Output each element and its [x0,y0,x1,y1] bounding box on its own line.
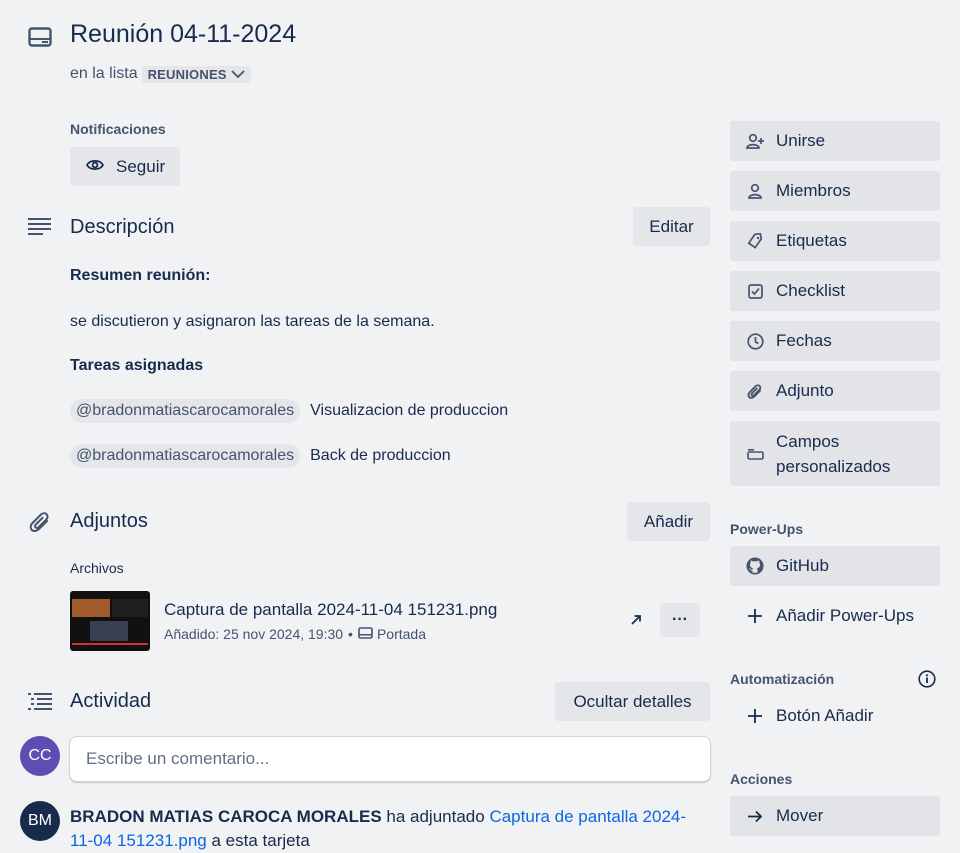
dates-button[interactable]: Fechas [730,321,940,361]
list-info: en la lista REUNIONES [70,65,251,83]
attachment-label: Adjunto [776,381,834,400]
github-label: GitHub [776,556,829,575]
list-selector[interactable]: REUNIONES [141,65,251,83]
user-plus-icon [746,133,764,149]
cover-label: Portada [376,626,426,642]
user-mention[interactable]: @bradonmatiascarocamorales [70,399,301,423]
avatar[interactable]: BM [20,801,60,841]
card-title[interactable]: Reunión 04-11-2024 [70,20,296,49]
powerups-label: Power-Ups [730,521,804,537]
activity-attachment-link[interactable]: Captura de pantalla 2024- [489,807,686,826]
attachment-added: Añadido: 25 nov 2024, 19:30 [164,626,344,642]
custom-fields-button[interactable]: Campos personalizados [730,421,940,486]
eye-icon [85,157,105,177]
task-text: Back de produccion [310,447,451,464]
attachment-more-button[interactable]: ··· [660,603,700,637]
labels-button[interactable]: Etiquetas [730,221,940,261]
activity-attachment-link-rest[interactable]: 11-04 151231.png [70,831,207,850]
attachment-thumbnail[interactable] [70,591,150,651]
custom-fields-icon [746,448,764,460]
card-icon [358,626,373,642]
attachment-meta: Añadido: 25 nov 2024, 19:30 • Portada [164,626,426,642]
checklist-label: Checklist [776,281,845,300]
join-label: Unirse [776,131,826,150]
files-label: Archivos [70,560,124,576]
task-text: Visualizacion de produccion [310,402,509,419]
activity-icon [27,691,53,711]
follow-button[interactable]: Seguir [70,147,180,186]
info-icon[interactable] [917,670,937,688]
checkbox-icon [746,283,764,299]
hide-details-button[interactable]: Ocultar detalles [555,682,710,721]
add-attachment-button[interactable]: Añadir [627,502,710,541]
meta-separator: • [348,626,353,642]
checklist-button[interactable]: Checklist [730,271,940,311]
add-powerups-label: Añadir Power-Ups [776,606,914,625]
clock-icon [746,332,764,350]
activity-user[interactable]: BRADON MATIAS CAROCA MORALES [70,807,382,826]
add-powerups-button[interactable]: Añadir Power-Ups [730,596,940,636]
activity-action: ha adjuntado [386,807,485,826]
activity-heading: Actividad [70,690,152,712]
activity-suffix: a esta tarjeta [211,831,310,850]
tasks-title: Tareas asignadas [70,357,204,374]
follow-label: Seguir [116,156,166,176]
move-label: Mover [776,806,824,825]
github-icon [746,556,764,576]
tag-icon [746,233,764,249]
arrow-right-icon [746,810,764,823]
chevron-down-icon [231,67,245,82]
add-button-label: Botón Añadir [776,706,874,725]
description-heading: Descripción [70,216,175,238]
task-item: @bradonmatiascarocamorales Back de produ… [70,444,451,468]
paperclip-icon [28,509,52,535]
edit-description-button[interactable]: Editar [633,207,710,246]
comment-input[interactable] [69,736,711,782]
notifications-label: Notificaciones [70,121,166,137]
plus-icon [746,709,764,723]
attachment-name[interactable]: Captura de pantalla 2024-11-04 151231.pn… [164,600,497,620]
attachments-heading: Adjuntos [70,510,148,532]
user-mention[interactable]: @bradonmatiascarocamorales [70,444,301,468]
plus-icon [746,609,764,623]
custom-fields-line-2: personalizados [776,456,891,476]
task-item: @bradonmatiascarocamorales Visualizacion… [70,399,508,423]
actions-label: Acciones [730,771,793,787]
summary-text: se discutieron y asignaron las tareas de… [70,313,435,330]
activity-entry: BRADON MATIAS CAROCA MORALES ha adjuntad… [70,805,710,853]
summary-title: Resumen reunión: [70,267,211,284]
description-icon [27,216,53,236]
labels-label: Etiquetas [776,231,847,250]
members-button[interactable]: Miembros [730,171,940,211]
move-button[interactable]: Mover [730,796,940,836]
join-button[interactable]: Unirse [730,121,940,161]
cover-link[interactable]: Portada [358,626,426,642]
attachment-button[interactable]: Adjunto [730,371,940,411]
members-label: Miembros [776,181,851,200]
github-button[interactable]: GitHub [730,546,940,586]
user-icon [746,183,764,199]
avatar[interactable]: CC [20,736,60,776]
in-list-prefix: en la lista [70,65,138,82]
card-icon [26,25,54,49]
automation-label: Automatización [730,671,835,687]
paperclip-icon [746,383,764,400]
dates-label: Fechas [776,331,832,350]
open-external-icon[interactable] [628,612,644,628]
list-name: REUNIONES [147,66,227,82]
custom-fields-line-1: Campos [776,431,840,451]
add-button-button[interactable]: Botón Añadir [730,696,940,736]
custom-fields-label: Campos personalizados [776,429,890,479]
